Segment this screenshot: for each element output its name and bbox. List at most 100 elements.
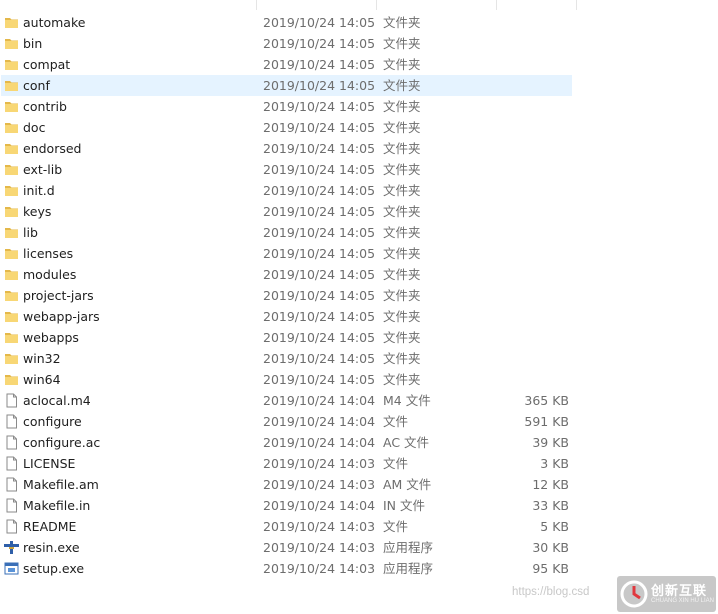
folder-icon	[4, 57, 19, 72]
file-type: 文件夹	[383, 225, 421, 240]
file-name: endorsed	[23, 141, 82, 156]
file-type: 文件夹	[383, 78, 421, 93]
file-type: 文件夹	[383, 183, 421, 198]
folder-icon	[4, 246, 19, 261]
file-date: 2019/10/24 14:03	[263, 519, 376, 534]
file-type: 文件夹	[383, 15, 421, 30]
file-name: conf	[23, 78, 50, 93]
file-date: 2019/10/24 14:04	[263, 435, 376, 450]
file-name: configure	[23, 414, 82, 429]
file-row[interactable]: aclocal.m4 2019/10/24 14:04 M4 文件 365 KB	[0, 390, 718, 411]
file-type: 文件夹	[383, 120, 421, 135]
folder-icon	[4, 330, 19, 345]
folder-icon	[4, 99, 19, 114]
folder-icon	[4, 204, 19, 219]
file-row[interactable]: LICENSE 2019/10/24 14:03 文件 3 KB	[0, 453, 718, 474]
file-type: 文件夹	[383, 309, 421, 324]
file-name: LICENSE	[23, 456, 76, 471]
watermark-brand: 创新互联	[651, 584, 708, 599]
folder-icon	[4, 183, 19, 198]
file-date: 2019/10/24 14:05	[263, 162, 376, 177]
file-row[interactable]: Makefile.am 2019/10/24 14:03 AM 文件 12 KB	[0, 474, 718, 495]
folder-icon	[4, 225, 19, 240]
file-icon	[4, 414, 19, 429]
file-size: 5 KB	[540, 519, 569, 534]
file-row[interactable]: project-jars 2019/10/24 14:05 文件夹	[0, 285, 718, 306]
file-date: 2019/10/24 14:05	[263, 15, 376, 30]
column-divider	[496, 0, 497, 10]
setup-exe-icon	[4, 561, 19, 576]
file-row[interactable]: configure.ac 2019/10/24 14:04 AC 文件 39 KB	[0, 432, 718, 453]
folder-icon	[4, 372, 19, 387]
file-date: 2019/10/24 14:04	[263, 498, 376, 513]
file-row[interactable]: webapps 2019/10/24 14:05 文件夹	[0, 327, 718, 348]
file-row[interactable]: keys 2019/10/24 14:05 文件夹	[0, 201, 718, 222]
file-type: 文件夹	[383, 141, 421, 156]
file-row[interactable]: Makefile.in 2019/10/24 14:04 IN 文件 33 KB	[0, 495, 718, 516]
file-type: 文件夹	[383, 246, 421, 261]
file-row[interactable]: win64 2019/10/24 14:05 文件夹	[0, 369, 718, 390]
file-date: 2019/10/24 14:05	[263, 330, 376, 345]
file-type: 文件夹	[383, 99, 421, 114]
file-date: 2019/10/24 14:05	[263, 288, 376, 303]
file-name: win64	[23, 372, 61, 387]
file-type: 文件	[383, 414, 409, 429]
file-date: 2019/10/24 14:05	[263, 99, 376, 114]
file-name: licenses	[23, 246, 74, 261]
file-row[interactable]: automake 2019/10/24 14:05 文件夹	[0, 12, 718, 33]
file-row[interactable]: ext-lib 2019/10/24 14:05 文件夹	[0, 159, 718, 180]
file-type: 应用程序	[383, 540, 434, 555]
file-row[interactable]: webapp-jars 2019/10/24 14:05 文件夹	[0, 306, 718, 327]
file-size: 365 KB	[524, 393, 569, 408]
file-type: 文件夹	[383, 204, 421, 219]
file-type: 文件夹	[383, 57, 421, 72]
file-type: AC 文件	[383, 435, 430, 450]
column-divider	[376, 0, 377, 10]
resin-exe-icon	[4, 540, 19, 555]
file-row[interactable]: init.d 2019/10/24 14:05 文件夹	[0, 180, 718, 201]
file-row[interactable]: modules 2019/10/24 14:05 文件夹	[0, 264, 718, 285]
file-row[interactable]: lib 2019/10/24 14:05 文件夹	[0, 222, 718, 243]
file-type: M4 文件	[383, 393, 431, 408]
file-name: win32	[23, 351, 61, 366]
watermark-logo: 创新互联 CHUANG XIN HU LIAN	[617, 576, 716, 612]
file-size: 95 KB	[532, 561, 569, 576]
file-row[interactable]: doc 2019/10/24 14:05 文件夹	[0, 117, 718, 138]
folder-icon	[4, 351, 19, 366]
file-list: automake 2019/10/24 14:05 文件夹 bin 2019/10/24…	[0, 12, 718, 579]
file-name: configure.ac	[23, 435, 101, 450]
file-row[interactable]: win32 2019/10/24 14:05 文件夹	[0, 348, 718, 369]
file-row[interactable]: licenses 2019/10/24 14:05 文件夹	[0, 243, 718, 264]
file-type: 文件夹	[383, 36, 421, 51]
file-type: 文件	[383, 456, 409, 471]
folder-icon	[4, 120, 19, 135]
file-row[interactable]: setup.exe 2019/10/24 14:03 应用程序 95 KB	[0, 558, 718, 579]
folder-icon	[4, 15, 19, 30]
file-date: 2019/10/24 14:03	[263, 456, 376, 471]
watermark-url: https://blog.csd	[512, 586, 590, 598]
file-name: contrib	[23, 99, 67, 114]
folder-icon	[4, 36, 19, 51]
file-row[interactable]: conf 2019/10/24 14:05 文件夹	[0, 75, 718, 96]
brand-logo-icon	[620, 580, 648, 608]
file-name: Makefile.in	[23, 498, 91, 513]
file-row[interactable]: resin.exe 2019/10/24 14:03 应用程序 30 KB	[0, 537, 718, 558]
file-name: webapps	[23, 330, 79, 345]
file-icon	[4, 519, 19, 534]
file-row[interactable]: compat 2019/10/24 14:05 文件夹	[0, 54, 718, 75]
file-icon	[4, 393, 19, 408]
file-date: 2019/10/24 14:05	[263, 183, 376, 198]
folder-icon	[4, 267, 19, 282]
file-size: 3 KB	[540, 456, 569, 471]
file-date: 2019/10/24 14:05	[263, 36, 376, 51]
file-row[interactable]: configure 2019/10/24 14:04 文件 591 KB	[0, 411, 718, 432]
file-name: ext-lib	[23, 162, 63, 177]
watermark-subtitle: CHUANG XIN HU LIAN	[651, 598, 715, 604]
file-row[interactable]: endorsed 2019/10/24 14:05 文件夹	[0, 138, 718, 159]
file-name: compat	[23, 57, 71, 72]
file-row[interactable]: bin 2019/10/24 14:05 文件夹	[0, 33, 718, 54]
file-name: setup.exe	[23, 561, 85, 576]
file-row[interactable]: contrib 2019/10/24 14:05 文件夹	[0, 96, 718, 117]
file-row[interactable]: README 2019/10/24 14:03 文件 5 KB	[0, 516, 718, 537]
file-icon	[4, 456, 19, 471]
